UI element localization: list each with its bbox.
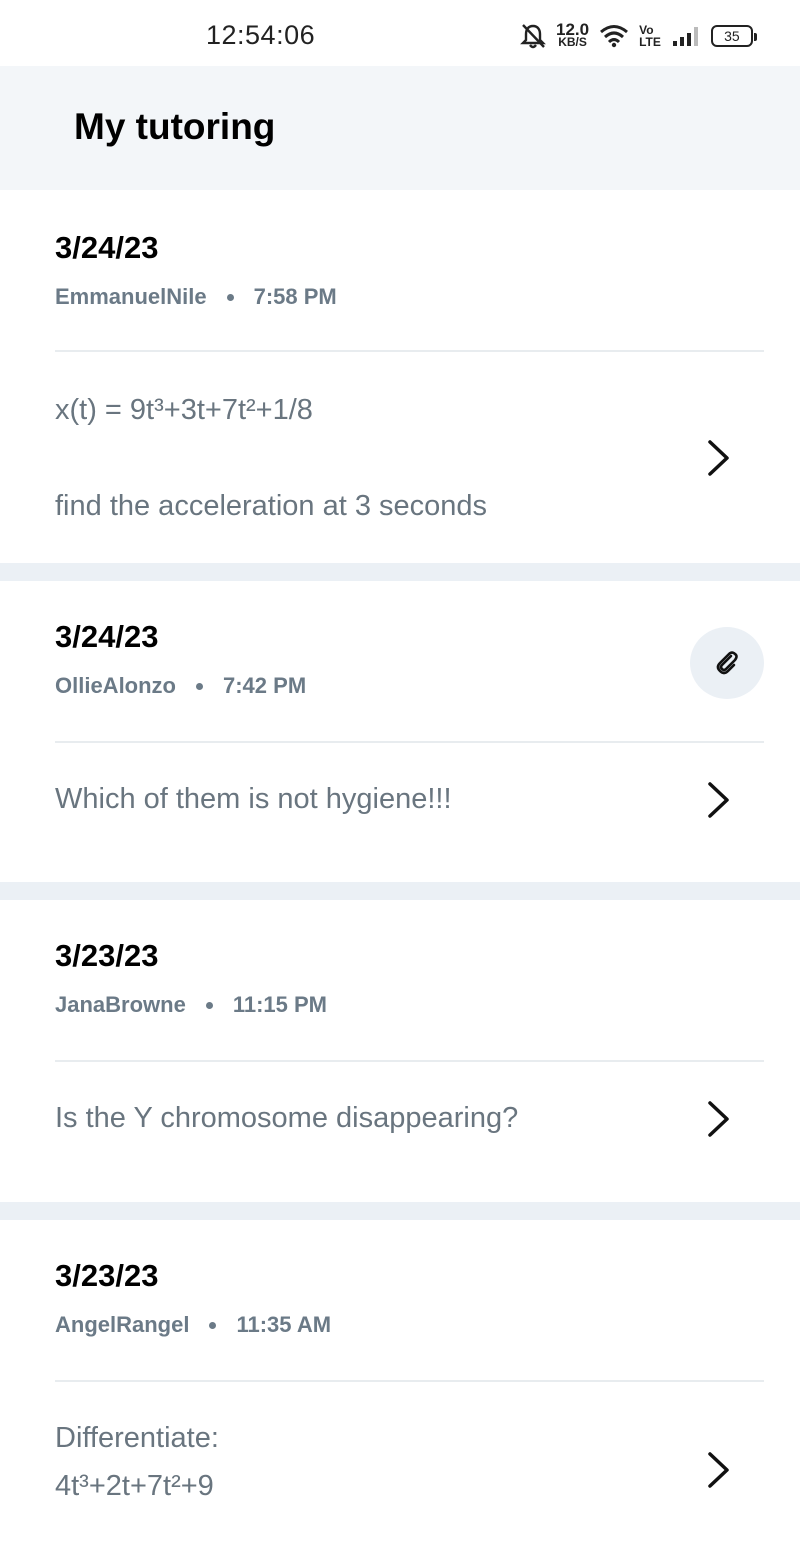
- session-card[interactable]: 3/23/23 AngelRangel 11:35 AM Differentia…: [0, 1220, 800, 1538]
- divider: [55, 1380, 764, 1382]
- battery-level: 35: [724, 28, 740, 44]
- session-card[interactable]: 3/24/23 EmmanuelNile 7:58 PM x(t) = 9t³+…: [0, 190, 800, 563]
- session-time: 11:35 AM: [236, 1312, 332, 1337]
- tutor-name: JanaBrowne: [55, 992, 186, 1017]
- question-text: Is the Y chromosome disappearing?: [55, 1098, 518, 1138]
- session-date: 3/24/23: [55, 619, 159, 654]
- separator-dot: [196, 682, 203, 690]
- divider: [55, 350, 764, 352]
- card-separator: [0, 1202, 800, 1220]
- question-line: Which of them is not hygiene!!!: [55, 783, 452, 815]
- bell-off-icon: [520, 24, 546, 49]
- page-title: My tutoring: [74, 106, 276, 147]
- status-icons: 12.0 KB/S Vo LTE 35: [520, 18, 757, 54]
- volte-bottom: LTE: [639, 35, 661, 49]
- signal-icon: [672, 27, 698, 46]
- question-text: Differentiate: 4t³+2t+7t²+9: [55, 1418, 219, 1506]
- session-card[interactable]: 3/23/23 JanaBrowne 11:15 PM Is the Y chr…: [0, 900, 800, 1202]
- tutor-name: EmmanuelNile: [55, 284, 207, 309]
- question-text: Which of them is not hygiene!!!: [55, 779, 452, 819]
- session-time: 7:42 PM: [223, 673, 307, 698]
- chevron-right-icon[interactable]: [700, 778, 736, 822]
- session-time: 11:15 PM: [232, 992, 327, 1017]
- question-line: Is the Y chromosome disappearing?: [55, 1102, 519, 1134]
- card-separator: [0, 882, 800, 900]
- divider: [55, 1060, 764, 1062]
- battery-icon: 35: [710, 25, 757, 47]
- chevron-right-icon[interactable]: [700, 1097, 736, 1141]
- tutor-name: OllieAlonzo: [55, 673, 176, 698]
- question-line: x(t) = 9t³+3t+7t²+1/8: [55, 394, 313, 426]
- attachment-button[interactable]: [690, 627, 764, 699]
- separator-dot: [209, 1321, 217, 1329]
- separator-dot: [205, 1001, 213, 1009]
- tutor-name: AngelRangel: [55, 1312, 190, 1337]
- session-meta: AngelRangel 11:35 AM: [55, 1312, 331, 1338]
- session-date: 3/23/23: [55, 1258, 159, 1293]
- question-line: find the acceleration at 3 seconds: [55, 490, 488, 522]
- page-header: My tutoring: [0, 66, 800, 190]
- network-speed-unit: KB/S: [558, 35, 587, 49]
- volte-indicator: Vo LTE: [639, 24, 661, 48]
- card-separator: [0, 563, 800, 581]
- session-meta: OllieAlonzo 7:42 PM: [55, 673, 306, 699]
- session-list: 3/24/23 EmmanuelNile 7:58 PM x(t) = 9t³+…: [0, 190, 800, 1538]
- divider: [55, 741, 764, 743]
- status-bar: 12:54:06 12.0 KB/S Vo LTE 35: [0, 0, 800, 66]
- session-card[interactable]: 3/24/23 OllieAlonzo 7:42 PM Which of the…: [0, 581, 800, 882]
- question-line: 4t³+2t+7t²+9: [55, 1470, 214, 1502]
- question-text: x(t) = 9t³+3t+7t²+1/8 find the accelerat…: [55, 390, 487, 526]
- session-meta: EmmanuelNile 7:58 PM: [55, 284, 337, 310]
- chevron-right-icon[interactable]: [700, 1448, 736, 1492]
- session-meta: JanaBrowne 11:15 PM: [55, 992, 327, 1018]
- question-line: Differentiate:: [55, 1422, 219, 1454]
- session-date: 3/23/23: [55, 938, 159, 973]
- paperclip-icon: [716, 651, 738, 675]
- wifi-icon: [600, 25, 629, 48]
- session-time: 7:58 PM: [253, 284, 337, 309]
- session-date: 3/24/23: [55, 230, 159, 265]
- separator-dot: [226, 293, 234, 301]
- network-speed: 12.0 KB/S: [556, 21, 589, 49]
- chevron-right-icon[interactable]: [700, 436, 736, 480]
- status-time: 12:54:06: [206, 20, 316, 50]
